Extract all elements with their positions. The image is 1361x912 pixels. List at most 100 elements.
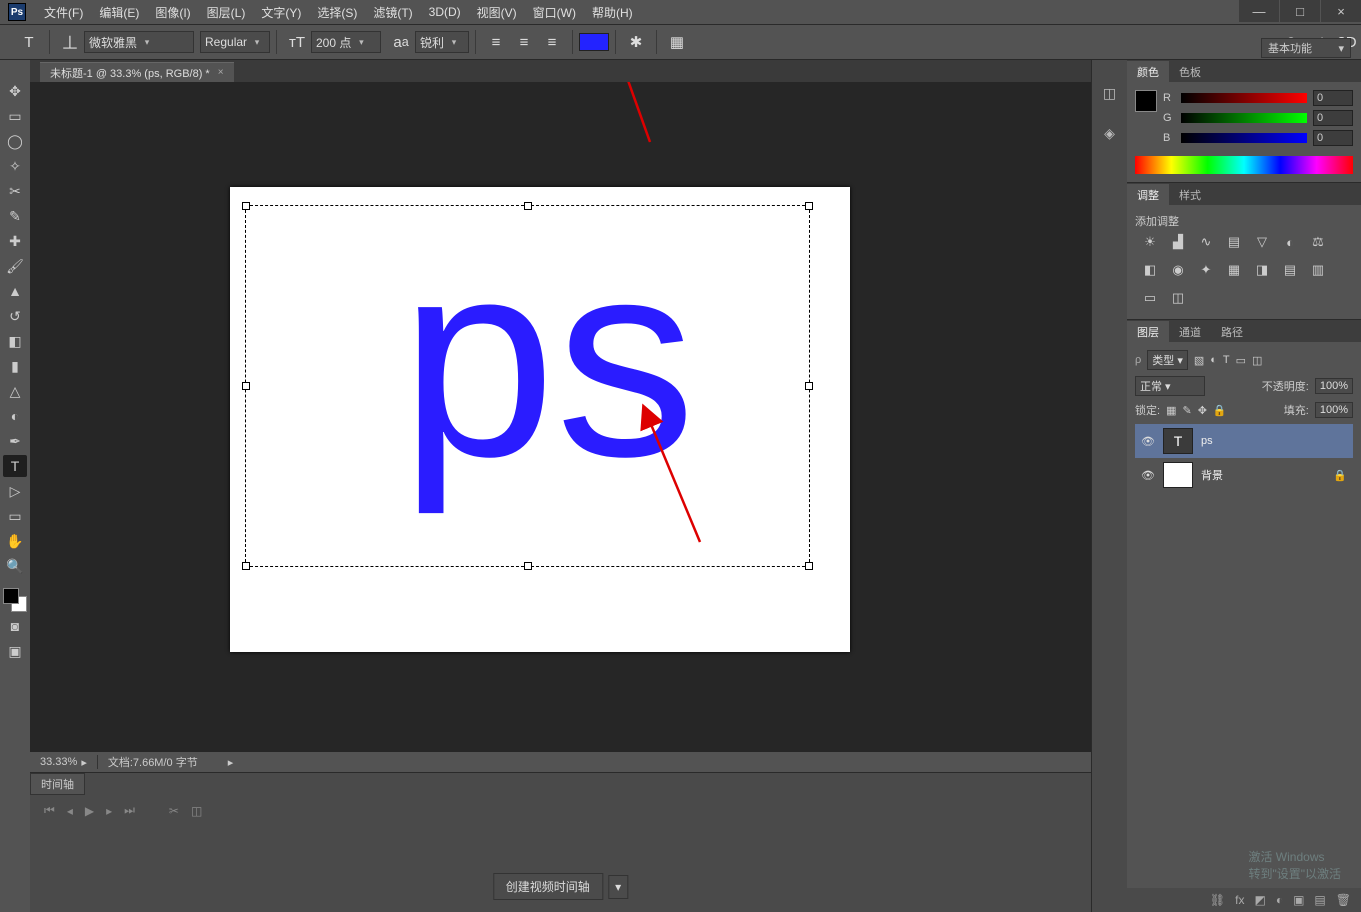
timeline-last-icon[interactable]: ⏭ xyxy=(124,803,135,818)
b-slider[interactable] xyxy=(1181,133,1307,143)
lock-trans-icon[interactable]: ▦ xyxy=(1166,404,1176,417)
properties-panel-icon[interactable]: ◈ xyxy=(1100,125,1120,145)
quickmask-tool[interactable]: ◙ xyxy=(3,615,27,637)
tab-paths[interactable]: 路径 xyxy=(1211,321,1253,342)
opacity-value[interactable]: 100% xyxy=(1315,378,1353,394)
font-size-combo[interactable]: 200 点▾ xyxy=(311,31,381,53)
handle-mr[interactable] xyxy=(805,382,813,390)
timeline-prev-icon[interactable]: ◂ xyxy=(67,804,73,818)
align-left-icon[interactable]: ≡ xyxy=(485,31,507,53)
foreground-background-swatch[interactable] xyxy=(3,588,27,612)
lock-all-icon[interactable]: 🔒 xyxy=(1213,404,1227,417)
handle-tr[interactable] xyxy=(805,202,813,210)
font-family-combo[interactable]: 微软雅黑▾ xyxy=(84,31,194,53)
spectrum-bar[interactable] xyxy=(1135,156,1353,174)
handle-bc[interactable] xyxy=(524,562,532,570)
magic-wand-tool[interactable]: ✧ xyxy=(3,155,27,177)
exposure-icon[interactable]: ▤ xyxy=(1225,233,1243,251)
foreground-color[interactable] xyxy=(3,588,19,604)
lookup-icon[interactable]: ▦ xyxy=(1225,261,1243,279)
levels-icon[interactable]: ▟ xyxy=(1169,233,1187,251)
screenmode-tool[interactable]: ▣ xyxy=(3,640,27,662)
close-tab-icon[interactable]: × xyxy=(218,67,224,78)
curves-icon[interactable]: ∿ xyxy=(1197,233,1215,251)
layer-filter-kind[interactable]: 类型 ▾ xyxy=(1147,350,1188,370)
eraser-tool[interactable]: ◧ xyxy=(3,330,27,352)
type-tool[interactable]: T xyxy=(3,455,27,477)
font-style-combo[interactable]: Regular▾ xyxy=(200,31,270,53)
timeline-tab[interactable]: 时间轴 xyxy=(30,773,85,795)
channel-mixer-icon[interactable]: ✦ xyxy=(1197,261,1215,279)
window-close-button[interactable]: × xyxy=(1321,0,1361,22)
filter-smart-icon[interactable]: ◫ xyxy=(1252,354,1262,367)
posterize-icon[interactable]: ▤ xyxy=(1281,261,1299,279)
filter-image-icon[interactable]: ▧ xyxy=(1194,354,1204,367)
handle-tl[interactable] xyxy=(242,202,250,210)
crop-tool[interactable]: ✂ xyxy=(3,180,27,202)
brightness-icon[interactable]: ☀ xyxy=(1141,233,1159,251)
g-slider[interactable] xyxy=(1181,113,1307,123)
stamp-tool[interactable]: ▲ xyxy=(3,280,27,302)
balance-icon[interactable]: ⚖ xyxy=(1309,233,1327,251)
character-panel-icon[interactable]: ▦ xyxy=(666,31,688,53)
text-orientation-icon[interactable]: 丄 xyxy=(59,31,81,53)
new-group-icon[interactable]: ▣ xyxy=(1293,893,1304,907)
layer-name[interactable]: ps xyxy=(1201,435,1347,447)
tab-color[interactable]: 颜色 xyxy=(1127,61,1169,82)
visibility-icon[interactable]: 👁 xyxy=(1141,435,1155,448)
tab-swatches[interactable]: 色板 xyxy=(1169,61,1211,82)
canvas-area[interactable]: ps xyxy=(30,82,1091,752)
filter-shape-icon[interactable]: ▭ xyxy=(1236,354,1246,367)
layer-name[interactable]: 背景 xyxy=(1201,467,1325,483)
menu-3d[interactable]: 3D(D) xyxy=(421,5,469,19)
r-slider[interactable] xyxy=(1181,93,1307,103)
menu-layer[interactable]: 图层(L) xyxy=(199,4,254,21)
new-fill-icon[interactable]: ◐ xyxy=(1276,893,1283,907)
gradient-tool[interactable]: ▮ xyxy=(3,355,27,377)
shape-tool[interactable]: ▭ xyxy=(3,505,27,527)
hue-icon[interactable]: ◐ xyxy=(1281,233,1299,251)
dodge-tool[interactable]: ◐ xyxy=(3,405,27,427)
visibility-icon[interactable]: 👁 xyxy=(1141,469,1155,482)
status-arrow-icon[interactable]: ▸ xyxy=(228,756,234,769)
timeline-first-icon[interactable]: ⏮ xyxy=(44,803,55,818)
menu-image[interactable]: 图像(I) xyxy=(147,4,198,21)
text-color-swatch[interactable] xyxy=(579,33,609,51)
zoom-value[interactable]: 33.33% xyxy=(40,756,77,768)
align-center-icon[interactable]: ≡ xyxy=(513,31,535,53)
canvas-text[interactable]: ps xyxy=(400,247,696,471)
pen-tool[interactable]: ✒ xyxy=(3,430,27,452)
photo-filter-icon[interactable]: ◉ xyxy=(1169,261,1187,279)
lock-pos-icon[interactable]: ✥ xyxy=(1198,404,1207,417)
move-tool[interactable]: ✥ xyxy=(3,80,27,102)
delete-layer-icon[interactable]: 🗑 xyxy=(1336,893,1351,907)
fill-value[interactable]: 100% xyxy=(1315,402,1353,418)
menu-edit[interactable]: 编辑(E) xyxy=(91,4,147,21)
timeline-play-icon[interactable]: ▶ xyxy=(85,804,94,818)
filter-type-icon[interactable]: T xyxy=(1223,354,1230,366)
layer-fx-icon[interactable]: fx xyxy=(1235,893,1244,907)
menu-type[interactable]: 文字(Y) xyxy=(253,4,309,21)
history-brush-tool[interactable]: ↺ xyxy=(3,305,27,327)
layer-mask-icon[interactable]: ◩ xyxy=(1254,893,1265,907)
workspace-combo[interactable]: 基本功能 ▾ xyxy=(1261,38,1351,58)
marquee-tool[interactable]: ▭ xyxy=(3,105,27,127)
r-value[interactable]: 0 xyxy=(1313,90,1353,106)
threshold-icon[interactable]: ▥ xyxy=(1309,261,1327,279)
menu-select[interactable]: 选择(S) xyxy=(309,4,365,21)
healing-tool[interactable]: ✚ xyxy=(3,230,27,252)
tab-adjustments[interactable]: 调整 xyxy=(1127,184,1169,205)
tab-channels[interactable]: 通道 xyxy=(1169,321,1211,342)
menu-help[interactable]: 帮助(H) xyxy=(584,4,641,21)
color-swatch-preview[interactable] xyxy=(1135,90,1157,112)
gradient-map-icon[interactable]: ▭ xyxy=(1141,289,1159,307)
timeline-transition-icon[interactable]: ◫ xyxy=(191,804,202,818)
menu-file[interactable]: 文件(F) xyxy=(36,4,91,21)
menu-view[interactable]: 视图(V) xyxy=(469,4,525,21)
zoom-tool[interactable]: 🔍 xyxy=(3,555,27,577)
align-right-icon[interactable]: ≡ xyxy=(541,31,563,53)
blend-mode-combo[interactable]: 正常 ▾ xyxy=(1135,376,1205,396)
window-maximize-button[interactable]: □ xyxy=(1280,0,1320,22)
zoom-arrow-icon[interactable]: ▸ xyxy=(81,756,87,769)
lasso-tool[interactable]: ◯ xyxy=(3,130,27,152)
